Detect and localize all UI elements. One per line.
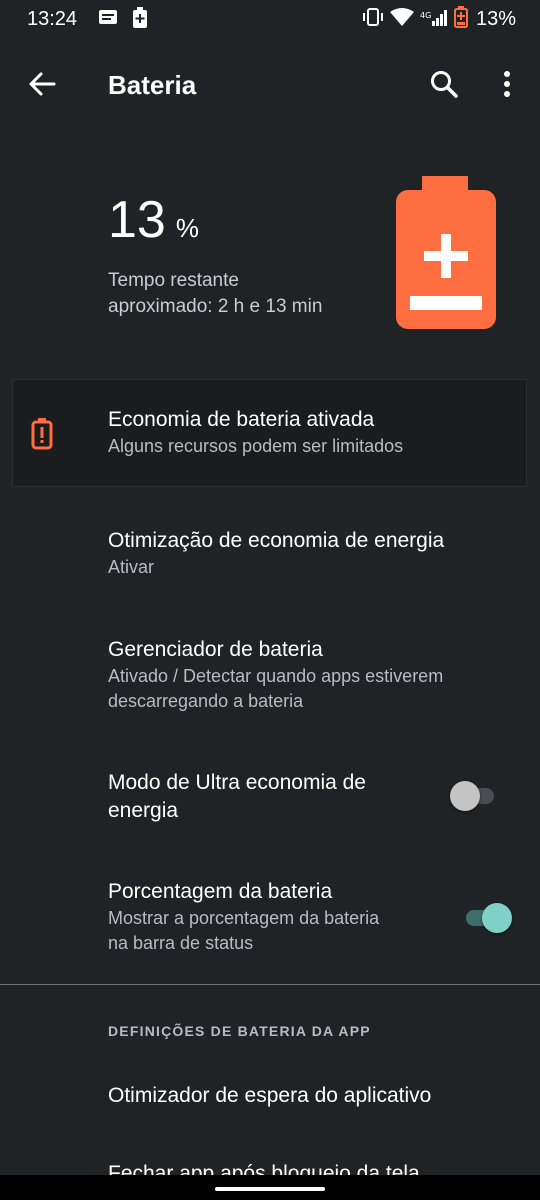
status-battery-percent: 13% (475, 7, 516, 30)
cell-signal-icon: 4G (420, 7, 448, 32)
setting-ultra-power-saving[interactable]: Modo de Ultra economia de energia (108, 769, 428, 825)
setting-title: Gerenciador de bateria (108, 638, 323, 661)
battery-saver-text: Economia de bateria ativada Alguns recur… (108, 406, 403, 459)
setting-title: Modo de Ultra economia de energia (108, 771, 366, 822)
app-bar: Bateria (0, 50, 540, 120)
setting-title: Otimizador de espera do aplicativo (108, 1084, 432, 1107)
status-indicators: 4G 13% (362, 5, 516, 33)
toggle-thumb (482, 903, 512, 933)
app-battery-section-header: DEFINIÇÕES DE BATERIA DA APP (108, 1023, 371, 1039)
setting-battery-percentage[interactable]: Porcentagem da bateria Mostrar a porcent… (108, 878, 398, 956)
battery-level: 13% (108, 190, 199, 250)
setting-power-optimization[interactable]: Otimização de economia de energia Ativar (108, 527, 444, 580)
vibrate-icon (362, 7, 384, 32)
toggle-thumb (450, 781, 480, 811)
wifi-icon (389, 7, 414, 32)
more-vert-icon[interactable] (495, 68, 519, 100)
time-remaining-line1: Tempo restante (108, 270, 239, 291)
time-remaining: Tempo restante aproximado: 2 h e 13 min (108, 268, 368, 320)
setting-title: Porcentagem da bateria (108, 880, 333, 903)
section-divider (0, 984, 540, 985)
page-title: Bateria (108, 70, 197, 100)
ultra-power-saving-toggle[interactable] (450, 781, 500, 811)
battery-charging-icon (394, 176, 498, 336)
search-icon[interactable] (428, 68, 460, 100)
status-time: 13:24 (27, 8, 78, 30)
battery-status-icon (453, 5, 468, 33)
message-notification-icon (98, 9, 118, 32)
battery-percentage-toggle[interactable] (462, 903, 512, 933)
battery-saver-title: Economia de bateria ativada (108, 408, 375, 431)
setting-subtitle: Mostrar a porcentagem da bateria na barr… (108, 908, 380, 953)
setting-subtitle: Ativado / Detectar quando apps estiverem… (108, 666, 444, 711)
svg-text:4G: 4G (420, 11, 431, 20)
setting-battery-manager[interactable]: Gerenciador de bateria Ativado / Detecta… (108, 636, 508, 714)
battery-summary: 13% Tempo restante aproximado: 2 h e 13 … (0, 160, 540, 350)
time-remaining-line2: aproximado: 2 h e 13 min (108, 296, 323, 317)
setting-app-standby-optimizer[interactable]: Otimizador de espera do aplicativo (108, 1082, 431, 1110)
battery-saver-banner[interactable]: Economia de bateria ativada Alguns recur… (12, 379, 527, 487)
setting-title: Otimização de economia de energia (108, 529, 445, 552)
battery-level-value: 13 (108, 191, 166, 249)
battery-notification-icon (132, 7, 148, 34)
navigation-bar (0, 1175, 540, 1200)
battery-alert-icon (31, 418, 53, 455)
setting-subtitle: Ativar (108, 557, 155, 577)
arrow-back-icon[interactable] (26, 68, 58, 100)
status-bar: 13:24 4G 13% (0, 0, 540, 38)
battery-saver-subtitle: Alguns recursos podem ser limitados (108, 436, 404, 456)
home-gesture-handle[interactable] (215, 1187, 325, 1191)
battery-level-unit: % (175, 213, 199, 243)
